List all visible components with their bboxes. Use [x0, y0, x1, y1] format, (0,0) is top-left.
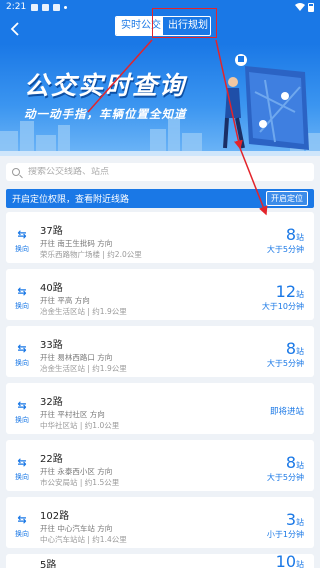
eta-text: 大于5分钟	[266, 245, 304, 254]
stops-count: 8	[285, 339, 296, 358]
route-direction: 开往 平高 方向	[40, 296, 90, 305]
battery-icon	[308, 2, 314, 12]
swap-label: 换向	[15, 359, 29, 367]
swap-arrows-icon: ⇆	[17, 342, 27, 355]
stops-unit: 站	[296, 518, 304, 527]
stops-unit: 站	[296, 461, 304, 470]
stops-away: 10站	[276, 552, 304, 568]
list-item[interactable]: ⇆ 换向 37路 开往 南王生批码 方向 荣乐西路物广场楼 | 约2.0公里 8…	[6, 212, 314, 263]
route-nearest-stop: 中华社区站 | 约1.0公里	[40, 421, 120, 430]
route-name: 102路	[40, 511, 70, 522]
route-direction: 开往 南王生批码 方向	[40, 239, 113, 248]
list-item[interactable]: ⇆ 换向 32路 开往 平村社区 方向 中华社区站 | 约1.0公里 即将进站	[6, 383, 314, 434]
stops-unit: 站	[296, 290, 304, 299]
list-item[interactable]: ⇆ 换向 33路 开往 易林西路口 方向 冶金生活区站 | 约1.9公里 8站 …	[6, 326, 314, 377]
banner-subtitle: 动一动手指，车辆位置全知道	[24, 107, 187, 121]
search-input[interactable]	[28, 167, 288, 177]
swap-arrows-icon: ⇆	[17, 285, 27, 298]
swap-label: 换向	[15, 302, 29, 310]
stops-away: 3站	[286, 510, 304, 529]
stops-away: 8站	[286, 339, 304, 358]
hero-banner: 公交实时查询 动一动手指，车辆位置全知道	[0, 44, 320, 156]
swap-label: 换向	[15, 416, 29, 424]
map-person-illustration	[223, 54, 309, 150]
swap-label: 换向	[15, 530, 29, 538]
route-direction: 开往 易林西路口 方向	[40, 353, 113, 362]
route-name: 33路	[40, 340, 63, 351]
eta-text: 小于1分钟	[266, 530, 304, 539]
swap-direction-button[interactable]: ⇆ 换向	[12, 228, 32, 254]
search-bar[interactable]	[6, 163, 314, 181]
wifi-icon	[295, 3, 305, 11]
swap-label: 换向	[15, 473, 29, 481]
swap-direction-button[interactable]: ⇆ 换向	[12, 456, 32, 482]
swap-direction-button[interactable]: ⇆ 换向	[12, 513, 32, 539]
annotation-highlight-box	[152, 8, 217, 38]
route-nearest-stop: 荣乐西路物广场楼 | 约2.0公里	[40, 250, 142, 259]
stops-count: 8	[285, 453, 296, 472]
list-item[interactable]: ⇆ 换向 40路 开往 平高 方向 冶金生活区站 | 约1.9公里 12站 大于…	[6, 269, 314, 320]
route-name: 22路	[40, 454, 63, 465]
route-nearest-stop: 中心汽车站站 | 约1.4公里	[40, 535, 127, 544]
sim-icon	[42, 3, 50, 11]
route-nearest-stop: 冶金生活区站 | 约1.9公里	[40, 364, 127, 373]
stops-unit: 站	[296, 560, 304, 568]
notification-icon	[53, 3, 61, 11]
stops-count: 8	[285, 225, 296, 244]
swap-arrows-icon: ⇆	[17, 456, 27, 469]
stops-count: 3	[285, 510, 296, 529]
back-button[interactable]	[6, 19, 26, 39]
stops-count: 10	[275, 552, 296, 568]
list-item[interactable]: ⇆ 换向 102路 开往 中心汽车站 方向 中心汽车站站 | 约1.4公里 3站…	[6, 497, 314, 548]
eta-text: 大于10分钟	[261, 302, 304, 311]
route-direction: 开往 永泰西小区 方向	[40, 467, 113, 476]
search-icon	[12, 168, 20, 176]
location-permission-bar: 开启定位权限，查看附近线路 开启定位	[6, 189, 314, 208]
photo-icon	[31, 3, 39, 11]
enable-location-button[interactable]: 开启定位	[266, 191, 308, 206]
location-permission-text: 开启定位权限，查看附近线路	[12, 195, 130, 205]
swap-arrows-icon: ⇆	[17, 399, 27, 412]
stops-away: 12站	[276, 282, 304, 301]
arriving-status: 即将进站	[269, 407, 304, 417]
route-nearest-stop: 市公安局站 | 约1.5公里	[40, 478, 120, 487]
banner-title: 公交实时查询	[24, 71, 187, 100]
route-direction: 开往 平村社区 方向	[40, 410, 105, 419]
status-time: 2:21	[6, 2, 27, 12]
route-direction: 开往 中心汽车站 方向	[40, 524, 113, 533]
stops-away: 8站	[286, 453, 304, 472]
route-name: 32路	[40, 397, 63, 408]
route-nearest-stop: 冶金生活区站 | 约1.9公里	[40, 307, 127, 316]
stops-away: 8站	[286, 225, 304, 244]
swap-arrows-icon: ⇆	[17, 228, 27, 241]
swap-direction-button[interactable]: ⇆ 换向	[12, 285, 32, 311]
swap-direction-button[interactable]: ⇆ 换向	[12, 342, 32, 368]
route-name: 5路	[40, 560, 57, 568]
eta-text: 大于5分钟	[266, 473, 304, 482]
route-name: 37路	[40, 226, 63, 237]
stops-unit: 站	[296, 347, 304, 356]
stops-unit: 站	[296, 233, 304, 242]
swap-direction-button[interactable]: ⇆ 换向	[12, 399, 32, 425]
chevron-left-icon	[10, 22, 19, 36]
more-notifications-dot-icon	[64, 5, 68, 9]
stops-count: 12	[275, 282, 296, 301]
route-name: 40路	[40, 283, 63, 294]
list-item[interactable]: 5路 10站	[6, 552, 314, 568]
swap-label: 换向	[15, 245, 29, 253]
swap-arrows-icon: ⇆	[17, 513, 27, 526]
list-item[interactable]: ⇆ 换向 22路 开往 永泰西小区 方向 市公安局站 | 约1.5公里 8站 大…	[6, 440, 314, 491]
eta-text: 大于5分钟	[266, 359, 304, 368]
